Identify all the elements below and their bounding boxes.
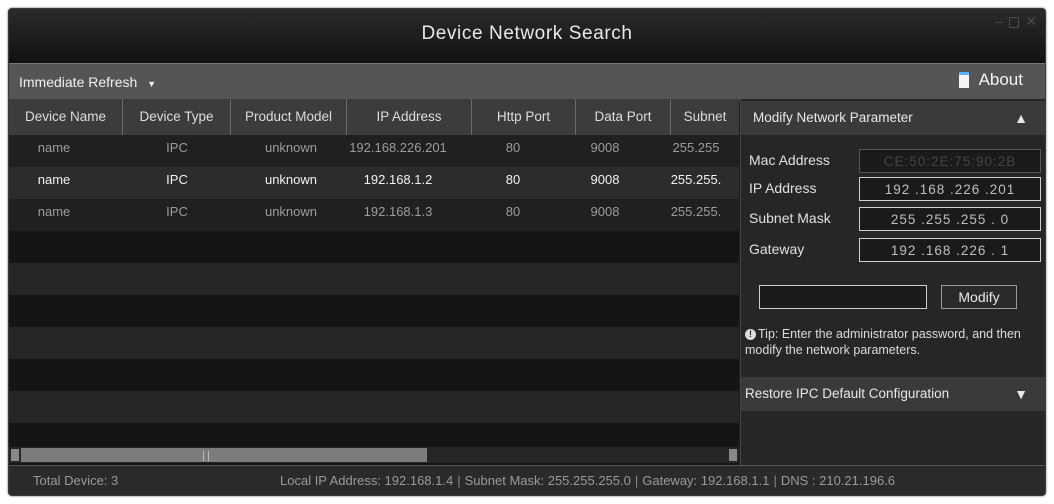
expand-arrow-icon: ▼: [1014, 386, 1028, 402]
tip-text: ! Tip: Enter the administrator password, …: [745, 326, 1043, 358]
immediate-refresh-label: Immediate Refresh: [19, 74, 138, 90]
cell-http-port: 80: [505, 204, 521, 219]
cell-ip-address: 192.168.1.2: [363, 172, 433, 187]
cell-subnet: 255.255.: [670, 204, 722, 219]
immediate-refresh-dropdown[interactable]: Immediate Refresh ▼: [19, 74, 156, 90]
restore-ipc-default-title: Restore IPC Default Configuration: [745, 386, 950, 401]
modify-button[interactable]: Modify: [941, 285, 1017, 309]
grip-icon: [203, 451, 209, 461]
maximize-icon[interactable]: [1009, 17, 1019, 28]
mac-address-field: CE:50:2E:75:90:2B: [859, 149, 1041, 173]
restore-ipc-default-header[interactable]: Restore IPC Default Configuration ▼: [741, 377, 1045, 411]
table-row[interactable]: name IPC unknown 192.168.1.3 80 9008 255…: [9, 199, 739, 231]
column-header-device-type[interactable]: Device Type: [123, 99, 231, 135]
cell-product-model: unknown: [264, 172, 318, 187]
cell-subnet: 255.255: [672, 140, 720, 155]
title-bar: Device Network Search – ✕: [9, 9, 1045, 63]
about-button[interactable]: About: [958, 70, 1023, 90]
scroll-right-arrow-icon[interactable]: [729, 449, 737, 461]
column-header-device-name[interactable]: Device Name: [9, 99, 123, 135]
device-network-search-window: Device Network Search – ✕ Immediate Refr…: [8, 8, 1046, 496]
scrollbar-thumb[interactable]: [21, 448, 427, 462]
separator: |: [773, 473, 777, 488]
dns-info: DNS : 210.21.196.6: [780, 473, 896, 488]
cell-data-port: 9008: [590, 204, 620, 219]
chevron-down-icon: ▼: [147, 79, 157, 89]
column-header-data-port[interactable]: Data Port: [576, 99, 671, 135]
status-bar: Total Device: 3 Local IP Address: 192.16…: [9, 465, 1045, 495]
column-header-http-port[interactable]: Http Port: [472, 99, 576, 135]
cell-http-port: 80: [505, 172, 521, 187]
minimize-icon[interactable]: –: [995, 13, 1003, 29]
table-row[interactable]: name IPC unknown 192.168.1.2 80 9008 255…: [9, 167, 739, 199]
separator: |: [457, 473, 461, 488]
window-title: Device Network Search: [421, 23, 633, 44]
toolbar: Immediate Refresh ▼ About: [9, 63, 1045, 101]
empty-row: [9, 327, 739, 359]
cell-product-model: unknown: [264, 204, 318, 219]
gateway-info: Gateway: 192.168.1.1: [642, 473, 770, 488]
info-icon: !: [745, 329, 756, 340]
network-parameter-panel: Modify Network Parameter ▲ Mac Address C…: [740, 99, 1045, 465]
cell-http-port: 80: [505, 140, 521, 155]
empty-row: [9, 359, 739, 391]
cell-data-port: 9008: [590, 172, 620, 187]
cell-subnet: 255.255.: [670, 172, 722, 187]
column-header-product-model[interactable]: Product Model: [231, 99, 347, 135]
cell-product-model: unknown: [264, 140, 318, 155]
subnet-mask-info: Subnet Mask: 255.255.255.0: [464, 473, 631, 488]
subnet-mask-label: Subnet Mask: [749, 210, 831, 226]
cell-device-type: IPC: [166, 204, 188, 219]
collapse-arrow-icon: ▲: [1014, 110, 1028, 126]
gateway-label: Gateway: [749, 241, 805, 257]
cell-device-name: name: [37, 172, 71, 187]
cell-device-type: IPC: [166, 172, 188, 187]
close-icon[interactable]: ✕: [1025, 13, 1037, 30]
total-device-count: Total Device: 3: [33, 473, 119, 488]
cell-data-port: 9008: [590, 140, 620, 155]
mac-address-label: Mac Address: [749, 152, 830, 168]
network-info: Local IP Address: 192.168.1.4 | Subnet Mas…: [280, 466, 896, 495]
subnet-mask-field[interactable]: 255 .255 .255 . 0: [859, 207, 1041, 231]
separator: |: [634, 473, 639, 488]
table-row[interactable]: name IPC unknown 192.168.226.201 80 9008…: [9, 135, 739, 167]
info-icon: [958, 72, 969, 88]
local-ip-address: Local IP Address: 192.168.1.4: [280, 473, 454, 488]
cell-ip-address: 192.168.1.3: [363, 204, 433, 219]
ip-address-field[interactable]: 192 .168 .226 .201: [859, 177, 1041, 201]
empty-row: [9, 391, 739, 423]
scroll-left-arrow-icon[interactable]: [11, 449, 19, 461]
about-label: About: [978, 70, 1023, 89]
ip-address-label: IP Address: [749, 180, 817, 196]
empty-row: [9, 295, 739, 327]
modify-network-parameter-title: Modify Network Parameter: [753, 110, 913, 125]
cell-ip-address: 192.168.226.201: [349, 140, 447, 155]
empty-row: [9, 263, 739, 295]
column-header-ip-address[interactable]: IP Address: [347, 99, 472, 135]
empty-row: [9, 231, 739, 263]
cell-device-name: name: [37, 140, 71, 155]
cell-device-name: name: [37, 204, 71, 219]
device-table: Device Name Device Type Product Model IP…: [9, 99, 739, 465]
gateway-field[interactable]: 192 .168 .226 . 1: [859, 238, 1041, 262]
cell-device-type: IPC: [166, 140, 188, 155]
modify-network-parameter-header[interactable]: Modify Network Parameter ▲: [741, 101, 1045, 135]
table-header: Device Name Device Type Product Model IP…: [9, 99, 739, 135]
tip-message: Tip: Enter the administrator password, a…: [745, 327, 1021, 357]
empty-row: [9, 423, 739, 447]
horizontal-scrollbar[interactable]: [9, 447, 739, 463]
column-header-subnet[interactable]: Subnet: [671, 99, 739, 135]
admin-password-field[interactable]: [759, 285, 927, 309]
